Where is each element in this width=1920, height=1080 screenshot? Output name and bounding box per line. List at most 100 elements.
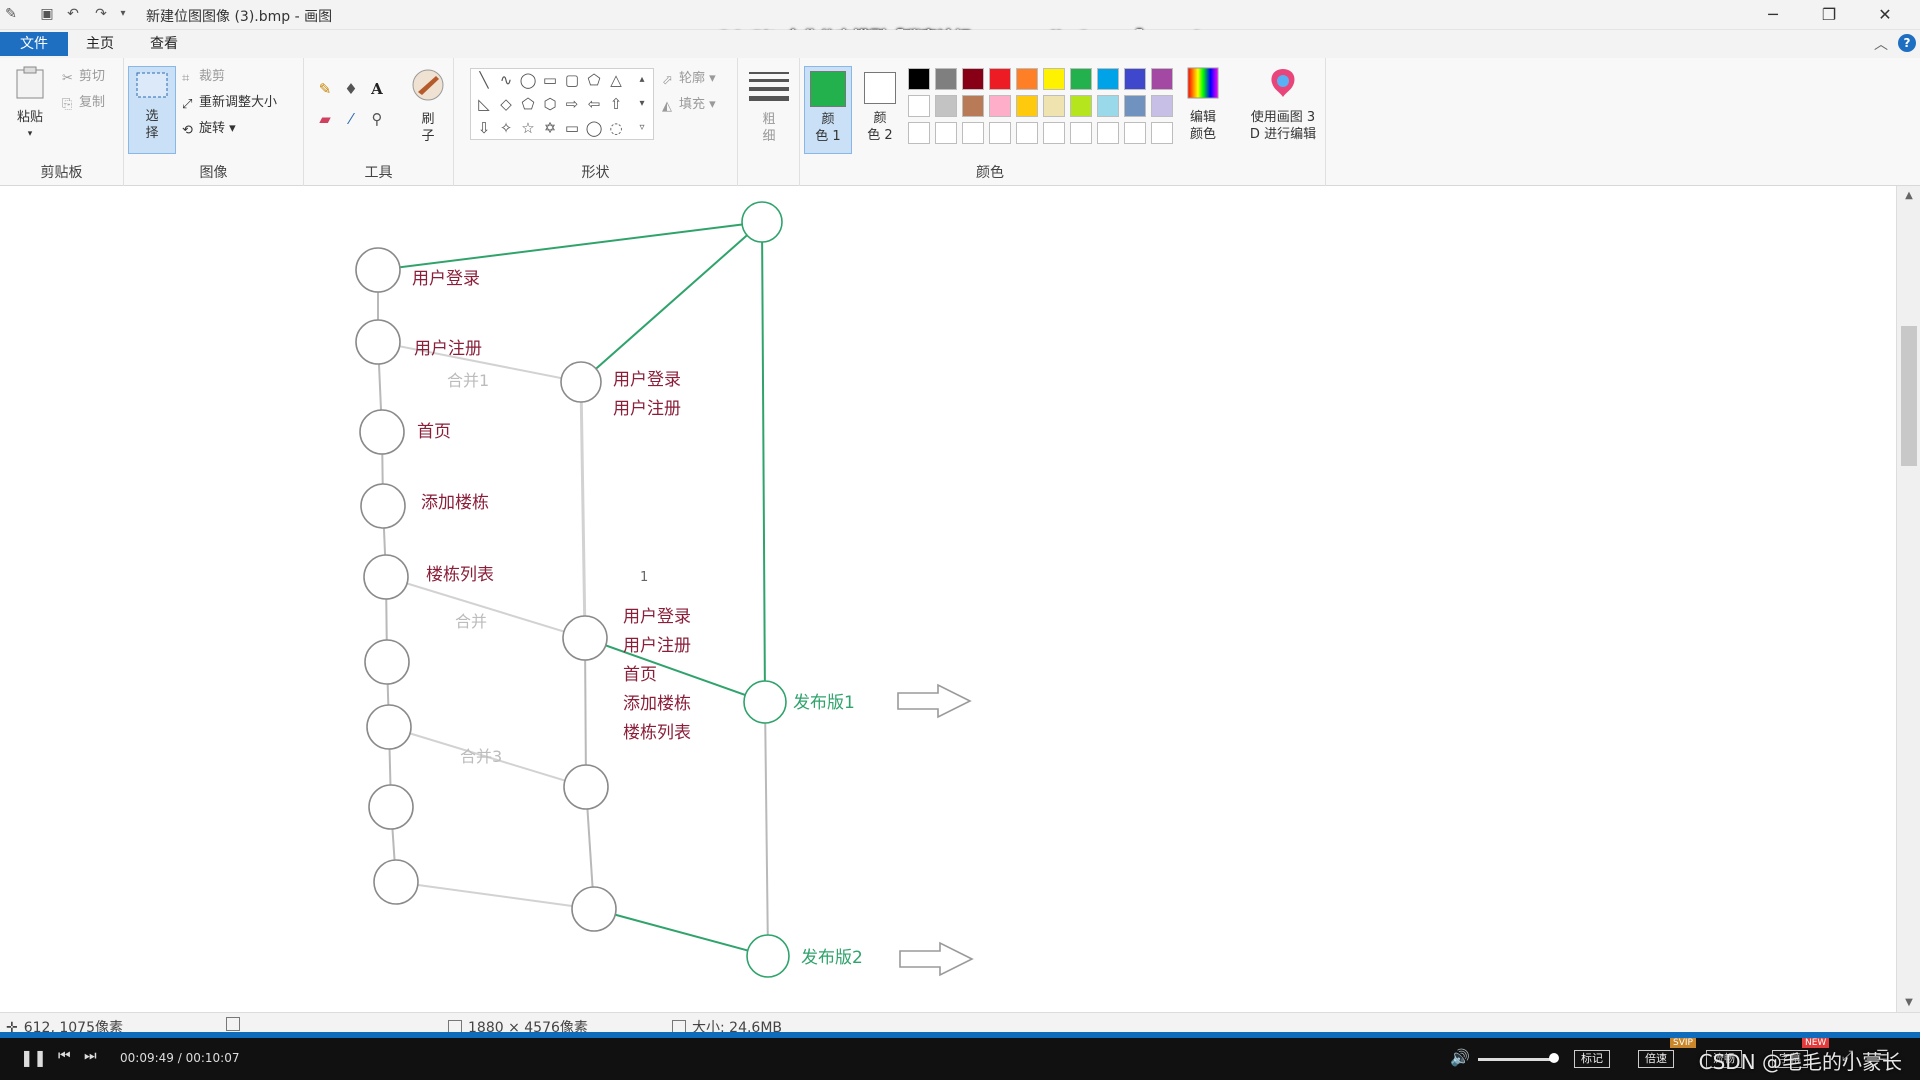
custom-color-slot[interactable] (1070, 122, 1092, 144)
custom-color-slot[interactable] (1124, 122, 1146, 144)
custom-color-slot[interactable] (1097, 122, 1119, 144)
palette-swatch[interactable] (1070, 95, 1092, 117)
save-icon[interactable]: ▣ (38, 5, 56, 23)
palette-swatch[interactable] (989, 95, 1011, 117)
custom-color-slot[interactable] (935, 122, 957, 144)
custom-color-slot[interactable] (1016, 122, 1038, 144)
eraser-icon[interactable]: ▰ (314, 108, 336, 130)
palette-swatch[interactable] (1097, 68, 1119, 90)
fill-button[interactable]: ◭ 填充 ▾ (662, 94, 716, 116)
next-icon[interactable]: ⏭ (84, 1048, 97, 1064)
cloud-callout-shape-icon[interactable]: ◌ (605, 117, 627, 139)
palette-swatch[interactable] (962, 68, 984, 90)
color-picker-icon[interactable]: ⁄ (340, 108, 362, 130)
palette-swatch[interactable] (1124, 68, 1146, 90)
size-button[interactable]: 粗 细 (748, 70, 790, 145)
help-icon[interactable]: ? (1898, 34, 1916, 52)
oval-shape-icon[interactable]: ◯ (517, 69, 539, 91)
magnifier-icon[interactable]: ⚲ (366, 108, 388, 130)
paste-button[interactable]: 粘贴 ▾ (8, 66, 52, 143)
right-arrow-shape-icon[interactable]: ⇨ (561, 93, 583, 115)
tab-file[interactable]: 文件 (0, 32, 68, 56)
outline-button[interactable]: ⬀ 轮廓 ▾ (662, 68, 716, 90)
triangle-shape-icon[interactable]: △ (605, 69, 627, 91)
tools-group: ✎ ♦ A ▰ ⁄ ⚲ 刷 子 工具 (304, 58, 454, 186)
up-arrow-shape-icon[interactable]: ⇧ (605, 93, 627, 115)
shapes-scroll-up-icon[interactable]: ▴ (631, 69, 653, 91)
palette-swatch[interactable] (989, 68, 1011, 90)
down-arrow-shape-icon[interactable]: ⇩ (473, 117, 495, 139)
palette-swatch[interactable] (935, 68, 957, 90)
left-arrow-shape-icon[interactable]: ⇦ (583, 93, 605, 115)
hexagon-shape-icon[interactable]: ⬡ (539, 93, 561, 115)
speed-button[interactable]: 倍速 (1638, 1050, 1674, 1068)
vertical-scrollbar[interactable]: ▲ ▼ (1896, 186, 1920, 1012)
scroll-up-icon[interactable]: ▲ (1897, 190, 1920, 201)
palette-swatch[interactable] (1070, 68, 1092, 90)
right-triangle-shape-icon[interactable]: ◺ (473, 93, 495, 115)
palette-swatch[interactable] (962, 95, 984, 117)
copy-button[interactable]: ⎘ 复制 (62, 92, 105, 114)
palette-swatch[interactable] (1016, 95, 1038, 117)
shapes-expand-icon[interactable]: ▿ (631, 117, 653, 139)
color2-button[interactable]: 颜 色 2 (856, 66, 904, 154)
fill-bucket-icon[interactable]: ♦ (340, 78, 362, 100)
pentagon-shape-icon[interactable]: ⬠ (517, 93, 539, 115)
undo-icon[interactable]: ↶ (64, 5, 82, 23)
cut-button[interactable]: ✂ 剪切 (62, 66, 105, 88)
rounded-rectangle-shape-icon[interactable]: ▢ (561, 69, 583, 91)
previous-icon[interactable]: ⏮ (58, 1048, 71, 1064)
edit-with-paint3d-button[interactable]: 使用画图 3 D 进行编辑 (1242, 66, 1324, 143)
scroll-thumb[interactable] (1901, 326, 1917, 466)
diamond-shape-icon[interactable]: ◇ (495, 93, 517, 115)
rect-callout-shape-icon[interactable]: ▭ (561, 117, 583, 139)
canvas-drawing[interactable]: 用户登录用户注册首页添加楼栋楼栋列表合并1合并合并3用户登录用户注册用户登录用户… (0, 186, 1890, 1012)
tab-view[interactable]: 查看 (136, 32, 192, 56)
rotate-button[interactable]: ⟲ 旋转 ▾ (182, 118, 236, 140)
rectangle-shape-icon[interactable]: ▭ (539, 69, 561, 91)
palette-swatch[interactable] (1016, 68, 1038, 90)
custom-color-slot[interactable] (908, 122, 930, 144)
shapes-scroll-down-icon[interactable]: ▾ (631, 93, 653, 115)
select-button[interactable]: 选 择 (128, 66, 176, 154)
quick-access-dropdown-icon[interactable]: ▾ (114, 5, 132, 23)
palette-swatch[interactable] (1043, 95, 1065, 117)
palette-swatch[interactable] (935, 95, 957, 117)
oval-callout-shape-icon[interactable]: ◯ (583, 117, 605, 139)
palette-swatch[interactable] (1124, 95, 1146, 117)
six-point-star-shape-icon[interactable]: ✡ (539, 117, 561, 139)
volume-slider[interactable] (1478, 1058, 1556, 1061)
mark-button[interactable]: 标记 (1574, 1050, 1610, 1068)
pause-icon[interactable]: ❚❚ (20, 1048, 47, 1067)
polygon-shape-icon[interactable]: ⬠ (583, 69, 605, 91)
pencil-icon[interactable]: ✎ (314, 78, 336, 100)
text-tool-icon[interactable]: A (366, 78, 388, 100)
brushes-button[interactable]: 刷 子 (408, 68, 448, 145)
palette-swatch[interactable] (1151, 68, 1173, 90)
collapse-ribbon-icon[interactable]: ︿ (1874, 34, 1888, 54)
color1-button[interactable]: 颜 色 1 (804, 66, 852, 154)
volume-knob[interactable] (1549, 1053, 1559, 1063)
crop-button[interactable]: ⌗ 裁剪 (182, 66, 225, 88)
palette-swatch[interactable] (908, 68, 930, 90)
line-shape-icon[interactable]: ╲ (473, 69, 495, 91)
paste-dropdown-icon[interactable]: ▾ (8, 126, 52, 143)
scroll-down-icon[interactable]: ▼ (1897, 997, 1920, 1008)
five-point-star-shape-icon[interactable]: ☆ (517, 117, 539, 139)
resize-button[interactable]: ⤢ 重新调整大小 (182, 92, 277, 114)
palette-swatch[interactable] (908, 95, 930, 117)
palette-swatch[interactable] (1097, 95, 1119, 117)
palette-swatch[interactable] (1151, 95, 1173, 117)
palette-swatch[interactable] (1043, 68, 1065, 90)
redo-icon[interactable]: ↷ (92, 5, 110, 23)
canvas-workspace[interactable]: 用户登录 用户注册 首页 添加楼栋 楼栋列表 合并1 合并 合并3 用户登录 用户注册 用户登录 用户… (0, 186, 1890, 1012)
volume-icon[interactable]: 🔊 (1450, 1048, 1470, 1067)
four-point-star-shape-icon[interactable]: ✧ (495, 117, 517, 139)
tab-home[interactable]: 主页 (72, 32, 128, 56)
custom-color-slot[interactable] (1151, 122, 1173, 144)
custom-color-slot[interactable] (989, 122, 1011, 144)
custom-color-slot[interactable] (1043, 122, 1065, 144)
custom-color-slot[interactable] (962, 122, 984, 144)
edit-colors-button[interactable]: 编辑 颜色 (1180, 66, 1226, 143)
curve-shape-icon[interactable]: ∿ (495, 69, 517, 91)
